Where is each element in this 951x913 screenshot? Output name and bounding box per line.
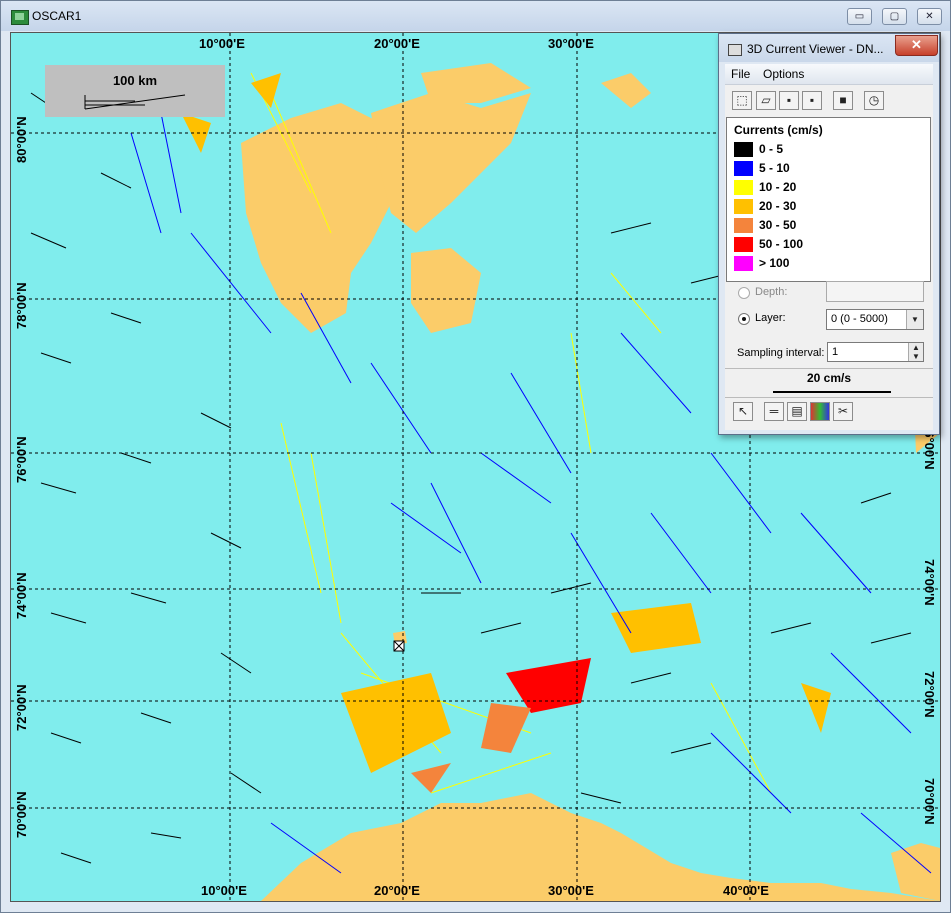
sampling-value: 1 <box>832 346 839 358</box>
app-icon <box>11 10 29 25</box>
lon-label-top: 30°00'E <box>548 36 594 51</box>
film-icon[interactable]: ▤ <box>787 402 807 421</box>
menu-file[interactable]: File <box>731 67 750 81</box>
legend-label: 5 - 10 <box>759 161 790 175</box>
menu-options[interactable]: Options <box>763 67 804 81</box>
legend-item: 50 - 100 <box>734 236 914 253</box>
save-all-icon[interactable]: ▪ <box>802 91 822 110</box>
lat-label-right: 72°00'N <box>922 671 937 718</box>
minimize-button[interactable]: ▭ <box>847 8 872 25</box>
toolbar: ⬚ ▱ ▪ ▪ ■ ◷ <box>725 88 933 114</box>
legend-swatch <box>734 161 753 176</box>
legend-item: 30 - 50 <box>734 217 914 234</box>
legend-swatch <box>734 237 753 252</box>
viewer-body: File Options ⬚ ▱ ▪ ▪ ■ ◷ Currents (cm/s)… <box>725 64 933 430</box>
stop-icon[interactable]: ■ <box>833 91 853 110</box>
minimize-icon: ▭ <box>854 11 865 22</box>
lon-label-top: 20°00'E <box>374 36 420 51</box>
legend-item: 20 - 30 <box>734 198 914 215</box>
lat-label-left: 80°00'N <box>14 116 29 163</box>
viewer-title: 3D Current Viewer - DN... <box>747 42 884 56</box>
maximize-button[interactable]: ▢ <box>882 8 907 25</box>
map-scale-bar <box>84 94 186 110</box>
lat-label-left: 70°00'N <box>14 791 29 838</box>
legend-label: 50 - 100 <box>759 237 804 251</box>
lon-label-bottom: 40°00'E <box>723 883 769 898</box>
lat-label-left: 74°00'N <box>14 572 29 619</box>
ruler-icon[interactable]: ═ <box>764 402 784 421</box>
layer-label: Layer: <box>755 312 786 324</box>
legend-label: 10 - 20 <box>759 180 797 194</box>
legend-item: 5 - 10 <box>734 160 914 177</box>
layer-radio[interactable] <box>738 313 750 325</box>
vector-scale-bar <box>773 391 891 393</box>
divider <box>725 368 933 369</box>
legend-item: 0 - 5 <box>734 141 914 158</box>
lat-label-left: 78°00'N <box>14 282 29 329</box>
current-legend: Currents (cm/s) 0 - 5 5 - 10 10 - 20 20 … <box>726 117 931 282</box>
map-scale-box: 100 km <box>45 65 225 117</box>
lat-label-left: 72°00'N <box>14 684 29 731</box>
legend-label: 30 - 50 <box>759 218 797 232</box>
maximize-icon: ▢ <box>889 11 900 22</box>
legend-label: > 100 <box>759 256 790 270</box>
main-titlebar[interactable]: OSCAR1 ▭ ▢ ✕ <box>1 1 950 31</box>
pointer-icon[interactable]: ↖ <box>733 402 753 421</box>
open-folder-icon[interactable]: ▱ <box>756 91 776 110</box>
lat-label-left: 76°00'N <box>14 436 29 483</box>
lon-label-top: 10°00'E <box>199 36 245 51</box>
layer-value: 0 (0 - 5000) <box>831 313 888 325</box>
legend-swatch <box>734 199 753 214</box>
chevron-down-icon[interactable]: ▼ <box>908 352 923 361</box>
legend-item: 10 - 20 <box>734 179 914 196</box>
legend-swatch <box>734 180 753 195</box>
lat-label-right: 70°00'N <box>922 778 937 825</box>
close-icon: ✕ <box>925 11 934 22</box>
legend-title: Currents (cm/s) <box>734 123 823 137</box>
legend-item: > 100 <box>734 255 914 272</box>
vector-scale-label: 20 cm/s <box>806 371 852 385</box>
viewer-titlebar[interactable]: 3D Current Viewer - DN... ✕ <box>719 34 939 62</box>
legend-swatch <box>734 142 753 157</box>
viewer-close-button[interactable]: ✕ <box>895 35 938 56</box>
lat-label-right: 74°00'N <box>922 559 937 606</box>
grid-color-icon[interactable] <box>810 402 830 421</box>
clock-icon[interactable]: ◷ <box>864 91 884 110</box>
select-icon[interactable]: ⬚ <box>732 91 752 110</box>
sampling-label: Sampling interval: <box>737 347 825 359</box>
divider <box>725 397 933 398</box>
close-button[interactable]: ✕ <box>917 8 942 25</box>
legend-label: 20 - 30 <box>759 199 797 213</box>
legend-swatch <box>734 218 753 233</box>
chevron-down-icon[interactable]: ▼ <box>906 310 923 329</box>
depth-field[interactable] <box>826 281 924 302</box>
menu-bar: File Options <box>725 64 933 85</box>
current-viewer-window[interactable]: 3D Current Viewer - DN... ✕ File Options… <box>718 33 940 435</box>
lon-label-bottom: 10°00'E <box>201 883 247 898</box>
lon-label-bottom: 30°00'E <box>548 883 594 898</box>
lon-label-bottom: 20°00'E <box>374 883 420 898</box>
viewer-app-icon <box>728 44 742 56</box>
layer-select[interactable]: 0 (0 - 5000) ▼ <box>826 309 924 330</box>
depth-label: Depth: <box>755 286 788 298</box>
scissors-icon[interactable]: ✂ <box>833 402 853 421</box>
save-icon[interactable]: ▪ <box>779 91 799 110</box>
legend-swatch <box>734 256 753 271</box>
sampling-stepper[interactable]: 1 ▲ ▼ <box>827 342 924 362</box>
legend-label: 0 - 5 <box>759 142 784 156</box>
window-title: OSCAR1 <box>32 9 82 23</box>
depth-radio[interactable] <box>738 287 750 299</box>
